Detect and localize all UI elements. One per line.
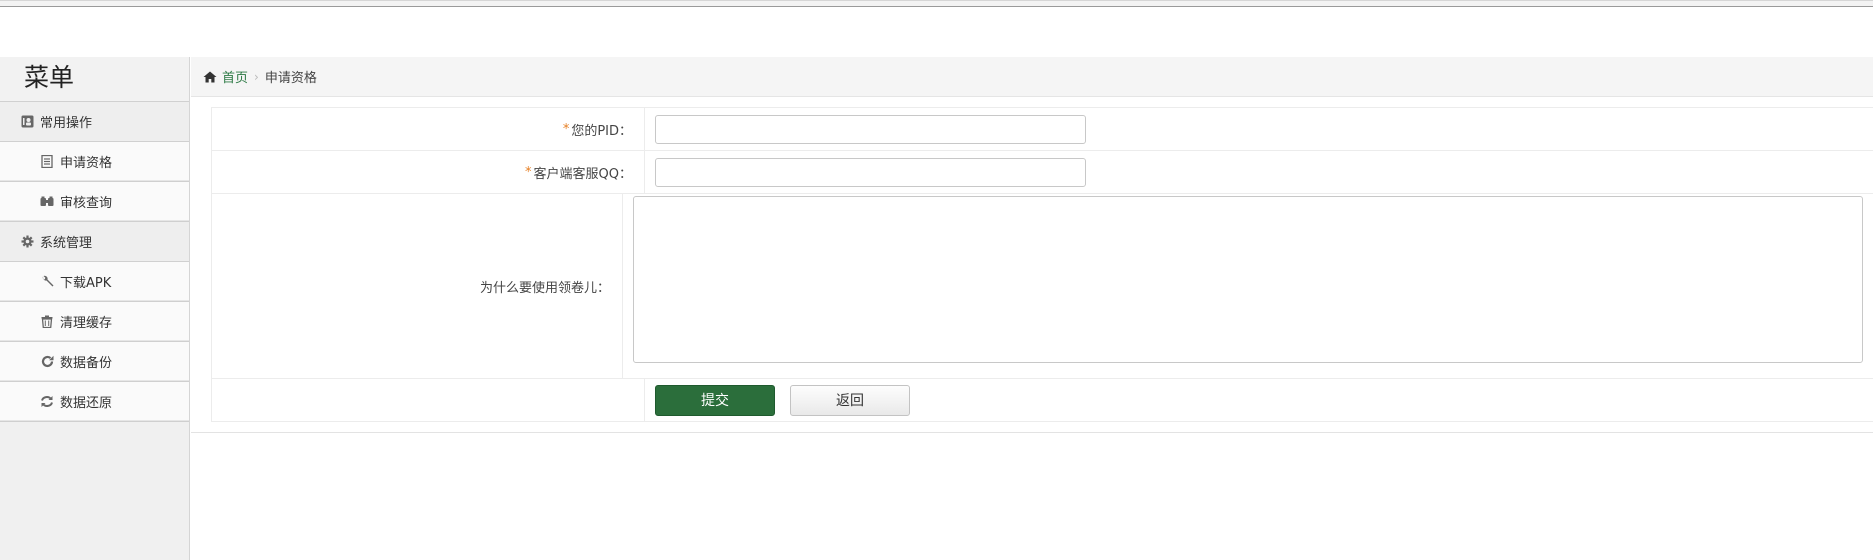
sidebar-item-data-restore[interactable]: 数据还原 — [0, 382, 189, 422]
breadcrumb: 首页 › 申请资格 — [191, 57, 1873, 97]
trash-icon — [40, 315, 54, 329]
pid-label: * 您的PID： — [212, 108, 645, 150]
qq-label: * 客户端客服QQ： — [212, 151, 645, 193]
sidebar-item-label: 清理缓存 — [60, 316, 113, 331]
submit-button[interactable]: 提交 — [655, 384, 775, 416]
qq-field-cell — [645, 151, 1873, 193]
breadcrumb-current: 申请资格 — [264, 71, 317, 86]
form-row-pid: * 您的PID： — [211, 107, 1873, 150]
qq-label-text: 客户端客服QQ： — [533, 166, 632, 182]
menu-title: 菜单 — [0, 57, 189, 102]
reason-field-cell — [623, 194, 1873, 378]
form-row-actions: 提交 返回 — [211, 378, 1873, 422]
required-mark: * — [562, 121, 570, 137]
content-divider — [191, 432, 1873, 433]
reason-textarea[interactable] — [633, 196, 1863, 363]
sidebar-item-download-apk[interactable]: 下载APK — [0, 262, 189, 302]
document-icon — [40, 155, 54, 169]
top-header — [0, 7, 1873, 57]
sidebar-item-review[interactable]: 审核查询 — [0, 182, 189, 222]
sidebar-item-label: 数据还原 — [60, 396, 113, 411]
apply-form: * 您的PID： * 客户端客服QQ： 为什么要使用领卷儿： 提交 返回 — [211, 107, 1873, 422]
pid-field-cell — [645, 108, 1873, 150]
breadcrumb-separator-icon: › — [254, 69, 259, 84]
sidebar-item-label: 审核查询 — [60, 196, 113, 211]
breadcrumb-home-link[interactable]: 首页 — [203, 67, 248, 86]
gear-icon — [20, 235, 34, 249]
pid-label-text: 您的PID： — [571, 123, 632, 139]
home-icon — [203, 71, 217, 82]
wrench-icon — [40, 275, 54, 289]
breadcrumb-home-label: 首页 — [222, 71, 249, 86]
form-row-qq: * 客户端客服QQ： — [211, 150, 1873, 193]
window-top-strip — [0, 0, 1873, 7]
sidebar-group-system[interactable]: 系统管理 — [0, 222, 189, 262]
required-mark: * — [525, 164, 532, 180]
qq-input[interactable] — [655, 157, 1086, 187]
user-card-icon — [20, 115, 34, 129]
pid-input[interactable] — [655, 114, 1086, 144]
refresh-icon — [40, 355, 54, 369]
sidebar: 菜单 常用操作 申请资格 审核查询 系统管理 下载APK 清理缓存 数据备份 数… — [0, 57, 190, 560]
sidebar-item-clear-cache[interactable]: 清理缓存 — [0, 302, 189, 342]
actions-label-cell — [212, 379, 645, 421]
actions-cell: 提交 返回 — [645, 379, 1873, 421]
sidebar-item-label: 数据备份 — [60, 356, 113, 371]
binoculars-icon — [40, 195, 54, 209]
reason-label-text: 为什么要使用领卷儿： — [479, 280, 610, 296]
back-button[interactable]: 返回 — [790, 384, 910, 416]
sync-icon — [40, 395, 54, 409]
sidebar-group-common[interactable]: 常用操作 — [0, 102, 189, 142]
sidebar-item-label: 申请资格 — [60, 156, 113, 171]
sidebar-item-apply[interactable]: 申请资格 — [0, 142, 189, 182]
sidebar-group-label: 系统管理 — [40, 236, 93, 251]
sidebar-item-data-backup[interactable]: 数据备份 — [0, 342, 189, 382]
form-row-reason: 为什么要使用领卷儿： — [211, 193, 1873, 378]
main-content: 首页 › 申请资格 * 您的PID： * 客户端客服QQ： 为什么要使用领卷儿：… — [191, 57, 1873, 560]
reason-label: 为什么要使用领卷儿： — [212, 194, 623, 378]
sidebar-group-label: 常用操作 — [40, 116, 93, 131]
sidebar-item-label: 下载APK — [60, 276, 112, 291]
